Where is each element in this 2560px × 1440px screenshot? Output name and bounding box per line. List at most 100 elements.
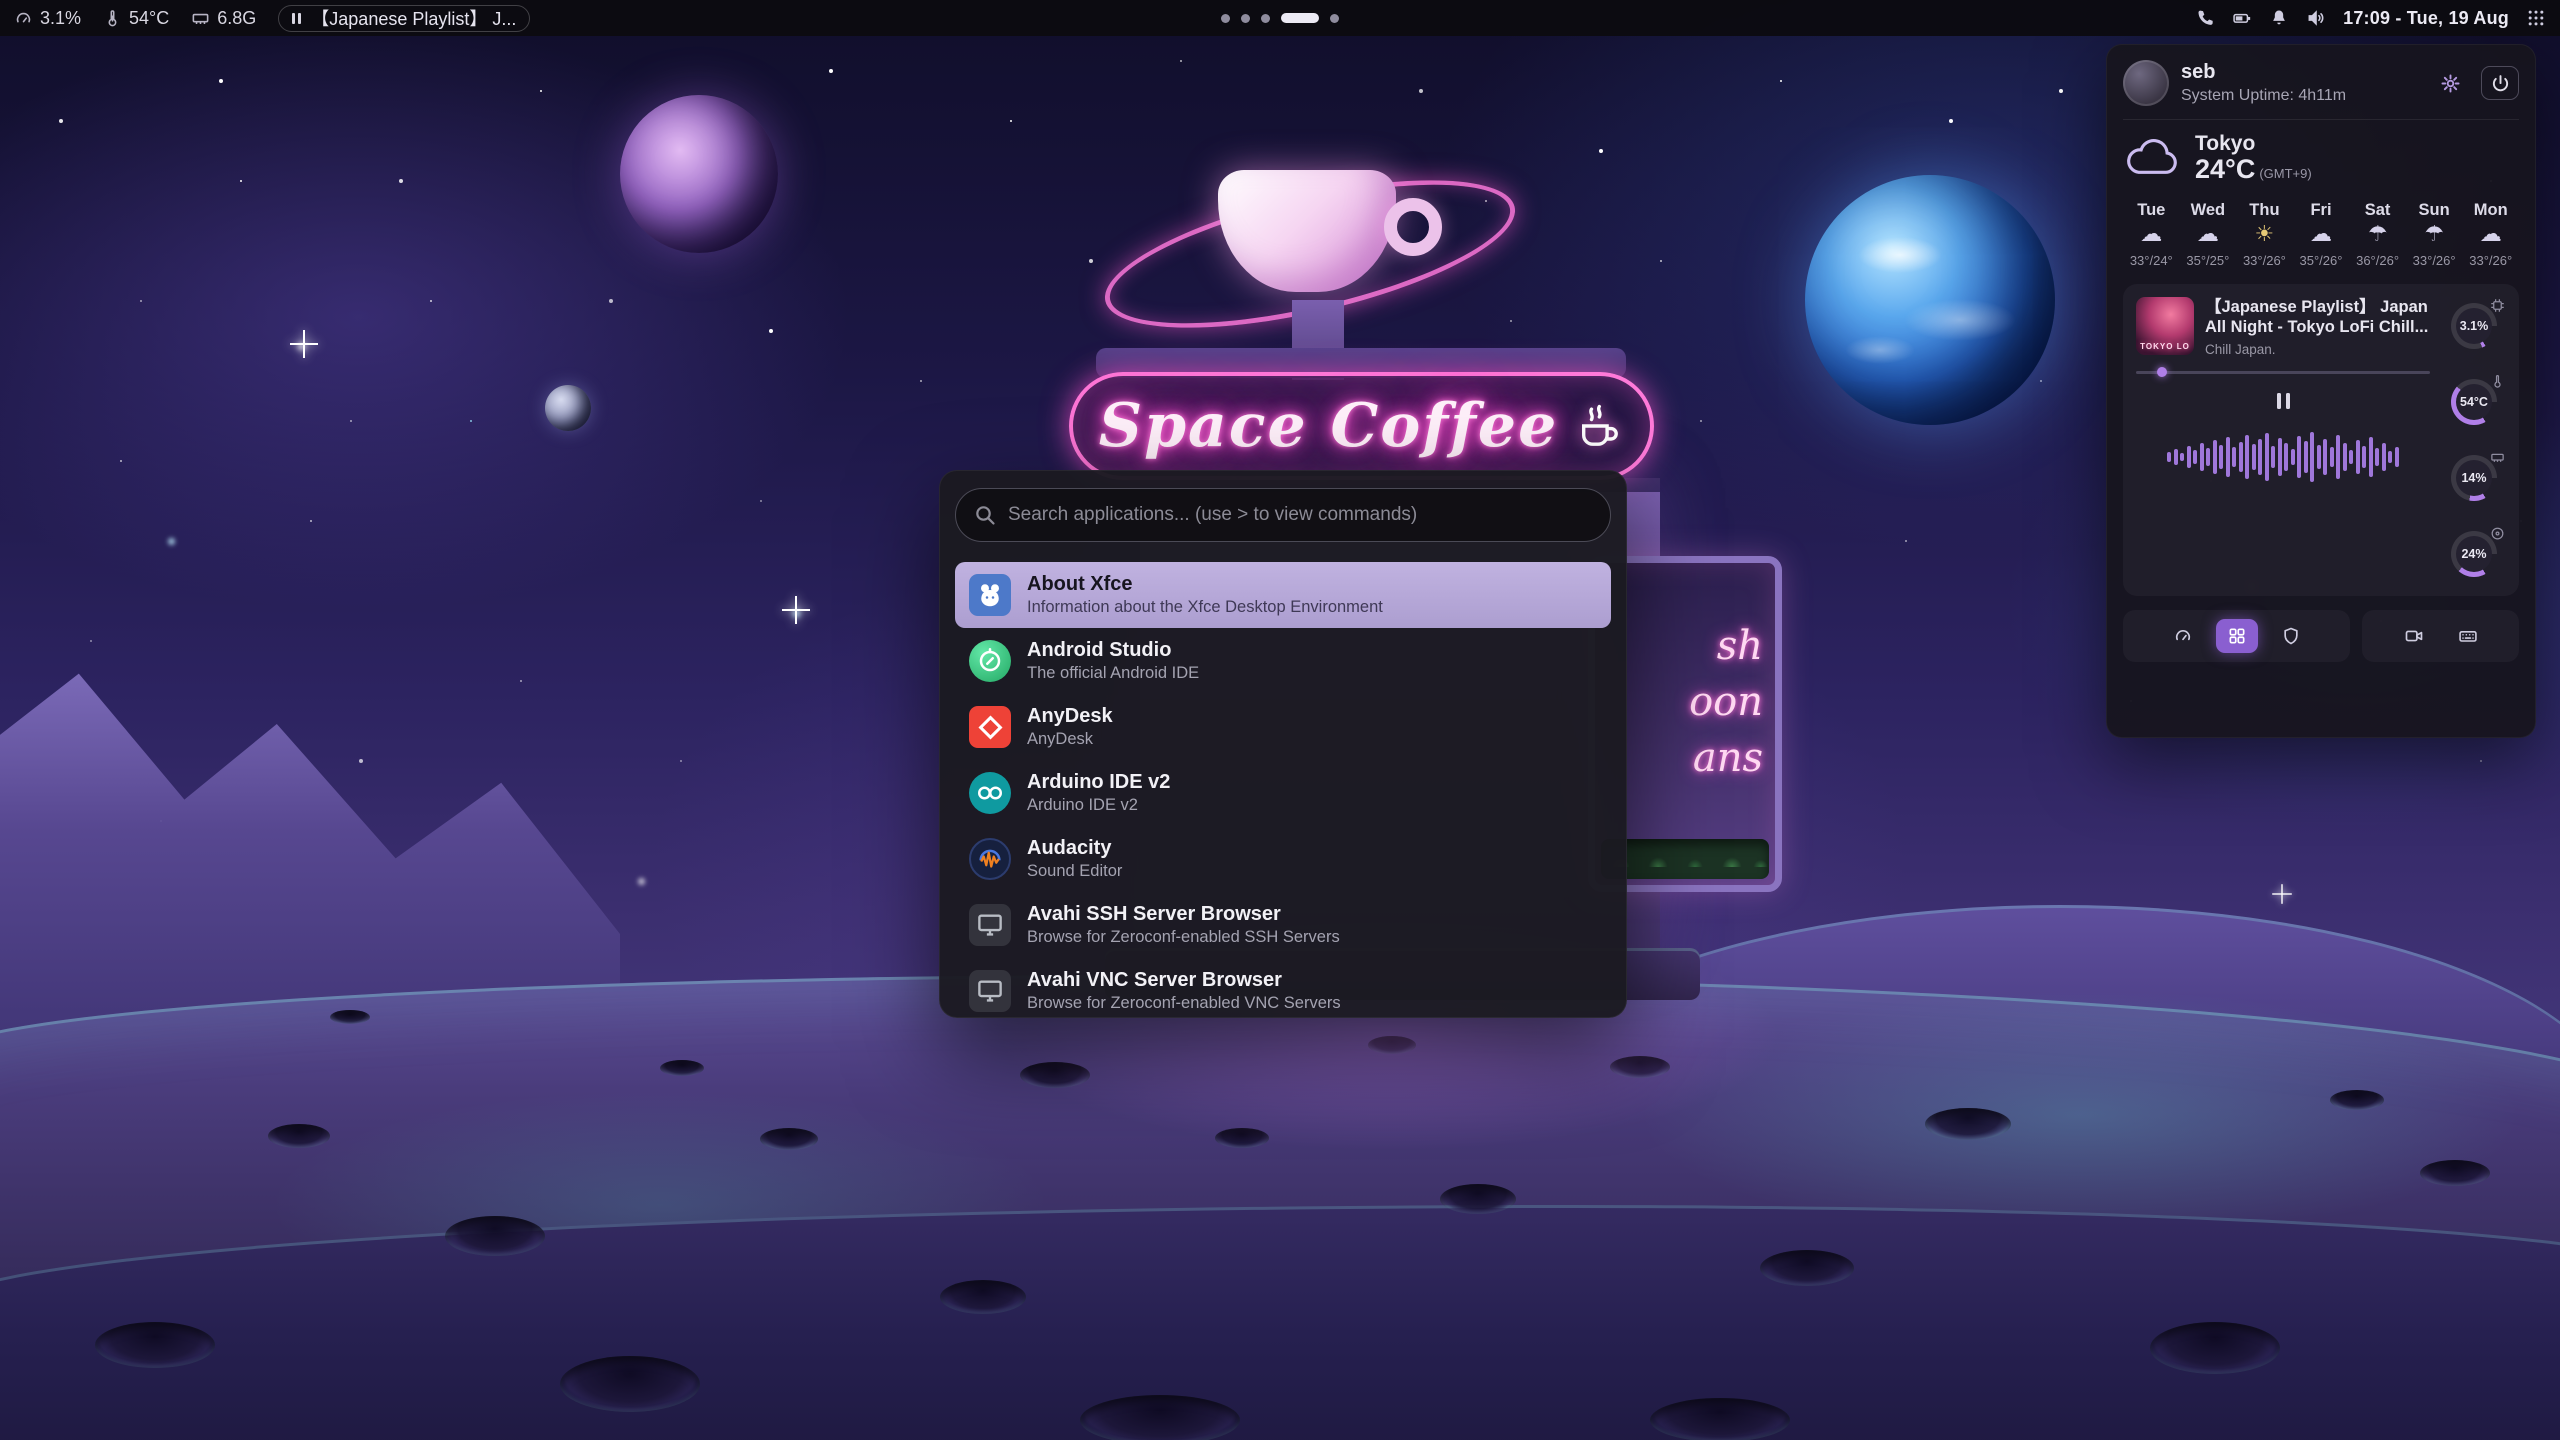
dashboard-button[interactable]: [2162, 619, 2204, 653]
forecast-day: Sat☂36°/26°: [2349, 201, 2406, 268]
thermometer-icon: [103, 9, 122, 28]
pause-icon: [292, 13, 301, 24]
weather-cloud-icon: ☁: [2293, 220, 2350, 251]
shield-icon: [2281, 626, 2301, 646]
disk-icon: [2490, 526, 2505, 541]
server-browser-icon: [969, 904, 1011, 946]
phone-icon[interactable]: [2195, 8, 2215, 28]
album-art[interactable]: TOKYO LO: [2136, 297, 2194, 355]
app-list: About Xfce Information about the Xfce De…: [955, 562, 1611, 1024]
app-description: Browse for Zeroconf-enabled VNC Servers: [1027, 994, 1341, 1012]
app-name: About Xfce: [1027, 573, 1383, 595]
media-player-card: TOKYO LO 【Japanese Playlist】 Japan All N…: [2123, 284, 2519, 596]
weather-section: Tokyo 24°C (GMT+9): [2123, 133, 2519, 185]
cpu-chip-icon: [2490, 298, 2505, 313]
app-description: Sound Editor: [1027, 862, 1122, 880]
weather-timezone: (GMT+9): [2259, 166, 2311, 181]
arduino-icon: [969, 772, 1011, 814]
control-panel: seb System Uptime: 4h11m Tokyo 24°C (GMT+…: [2106, 44, 2536, 738]
weather-temp: 24°C: [2195, 154, 2255, 184]
app-row-anydesk[interactable]: AnyDesk AnyDesk: [955, 694, 1611, 760]
weather-rain-icon: ☂: [2406, 220, 2463, 251]
cpu-gauge: 3.1%: [2449, 301, 2499, 351]
app-row-arduino[interactable]: Arduino IDE v2 Arduino IDE v2: [955, 760, 1611, 826]
shield-button[interactable]: [2270, 619, 2312, 653]
forecast-day: Wed☁35°/25°: [2180, 201, 2237, 268]
progress-handle[interactable]: [2157, 367, 2167, 377]
weather-cloud-icon: ☁: [2123, 220, 2180, 251]
coffee-cup-icon: [1572, 400, 1624, 452]
thermometer-icon: [2490, 374, 2505, 389]
memory-gauge: 14%: [2449, 453, 2499, 503]
app-grid-icon[interactable]: [2526, 8, 2546, 28]
ram-icon: [191, 9, 210, 28]
weather-city: Tokyo: [2195, 133, 2312, 155]
app-row-android-studio[interactable]: Android Studio The official Android IDE: [955, 628, 1611, 694]
system-gauges: 3.1% 54°C 14% 24%: [2442, 297, 2506, 583]
workspace-dot[interactable]: [1330, 14, 1339, 23]
user-section: seb System Uptime: 4h11m: [2123, 60, 2519, 106]
app-name: Avahi SSH Server Browser: [1027, 903, 1340, 925]
app-row-avahi-vnc[interactable]: Avahi VNC Server Browser Browse for Zero…: [955, 958, 1611, 1024]
screen-record-button[interactable]: [2393, 619, 2435, 653]
media-progress-bar[interactable]: [2136, 371, 2430, 374]
app-launcher: About Xfce Information about the Xfce De…: [939, 470, 1627, 1018]
weather-sun-icon: ☀: [2236, 220, 2293, 251]
forecast-row: Tue☁33°/24° Wed☁35°/25° Thu☀33°/26° Fri☁…: [2123, 201, 2519, 268]
app-row-avahi-ssh[interactable]: Avahi SSH Server Browser Browse for Zero…: [955, 892, 1611, 958]
dashboard-icon: [2173, 626, 2193, 646]
app-description: AnyDesk: [1027, 730, 1113, 748]
memory-value: 6.8G: [217, 8, 256, 29]
app-row-audacity[interactable]: Audacity Sound Editor: [955, 826, 1611, 892]
bell-icon[interactable]: [2269, 8, 2289, 28]
temperature-value: 54°C: [129, 8, 169, 29]
workspace-indicator: [1221, 0, 1339, 36]
launcher-search: [955, 488, 1611, 542]
workspace-dot-active[interactable]: [1281, 13, 1319, 23]
media-title: 【Japanese Playlist】 Japan All Night - To…: [2205, 297, 2430, 338]
search-input[interactable]: [955, 488, 1611, 542]
apps-grid-icon: [2227, 626, 2247, 646]
window-neon-text: ans: [1693, 738, 1763, 778]
memory-indicator[interactable]: 6.8G: [191, 8, 256, 29]
app-description: Arduino IDE v2: [1027, 796, 1170, 814]
workspace-dot[interactable]: [1241, 14, 1250, 23]
settings-button[interactable]: [2431, 66, 2469, 100]
server-browser-icon: [969, 970, 1011, 1012]
avatar[interactable]: [2123, 60, 2169, 106]
app-description: Browse for Zeroconf-enabled SSH Servers: [1027, 928, 1340, 946]
workspace-dot[interactable]: [1221, 14, 1230, 23]
pause-button[interactable]: [2266, 388, 2300, 414]
apps-grid-button[interactable]: [2216, 619, 2258, 653]
topbar-right: 17:09 - Tue, 19 Aug: [2195, 8, 2546, 29]
temperature-indicator[interactable]: 54°C: [103, 8, 169, 29]
app-name: AnyDesk: [1027, 705, 1113, 727]
now-playing-chip[interactable]: 【Japanese Playlist】 J...: [278, 5, 530, 32]
forecast-day: Mon☁33°/26°: [2462, 201, 2519, 268]
android-studio-icon: [969, 640, 1011, 682]
app-name: Audacity: [1027, 837, 1122, 859]
workspace-dot[interactable]: [1261, 14, 1270, 23]
app-name: Android Studio: [1027, 639, 1199, 661]
app-name: Avahi VNC Server Browser: [1027, 969, 1341, 991]
battery-icon[interactable]: [2232, 8, 2252, 28]
divider: [2123, 119, 2519, 120]
app-description: Information about the Xfce Desktop Envir…: [1027, 598, 1383, 616]
quick-card-left: [2123, 610, 2350, 662]
media-waveform: [2136, 426, 2430, 488]
album-art-text: TOKYO LO: [2136, 342, 2194, 351]
weather-cloud-icon: ☁: [2180, 220, 2237, 251]
clock[interactable]: 17:09 - Tue, 19 Aug: [2343, 8, 2509, 29]
app-name: Arduino IDE v2: [1027, 771, 1170, 793]
anydesk-icon: [969, 706, 1011, 748]
power-button[interactable]: [2481, 66, 2519, 100]
app-row-about-xfce[interactable]: About Xfce Information about the Xfce De…: [955, 562, 1611, 628]
volume-icon[interactable]: [2306, 8, 2326, 28]
gauge-icon: [14, 9, 33, 28]
cpu-indicator[interactable]: 3.1%: [14, 8, 81, 29]
gear-icon: [2440, 73, 2461, 94]
video-camera-icon: [2404, 626, 2424, 646]
keyboard-button[interactable]: [2447, 619, 2489, 653]
forecast-day: Fri☁35°/26°: [2293, 201, 2350, 268]
xfce-mouse-icon: [969, 574, 1011, 616]
